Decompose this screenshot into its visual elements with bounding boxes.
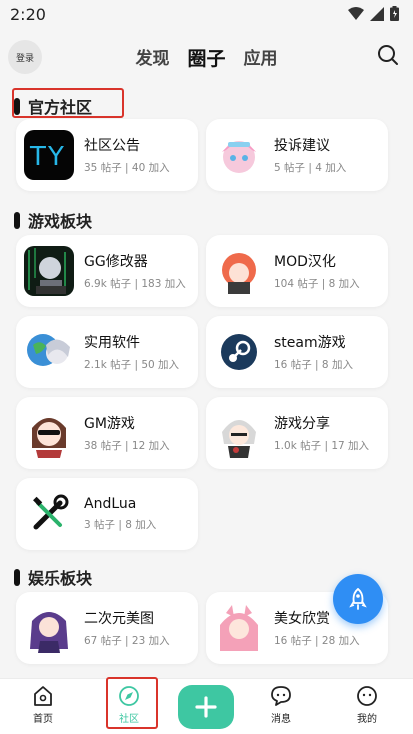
top-tabs: 发现 圈子 应用 bbox=[0, 44, 413, 71]
card-stats: 2.1k 帖子 | 50 加入 bbox=[84, 359, 180, 371]
maid-avatar-icon bbox=[24, 408, 74, 458]
chibi-avatar-icon bbox=[214, 408, 264, 458]
nav-home[interactable]: 首页 bbox=[13, 685, 73, 725]
top-header: 登录 发现 圈子 应用 bbox=[0, 30, 413, 84]
card-title: 投诉建议 bbox=[274, 138, 330, 154]
card-stats: 35 帖子 | 40 加入 bbox=[84, 162, 170, 174]
nav-label: 消息 bbox=[271, 714, 291, 725]
card-title: 实用软件 bbox=[84, 335, 140, 351]
nav-label: 首页 bbox=[33, 714, 53, 725]
wifi-icon bbox=[348, 6, 364, 20]
card-stats: 6.9k 帖子 | 183 加入 bbox=[84, 278, 186, 290]
hacker-avatar-icon bbox=[24, 246, 74, 296]
card-gg-modifier[interactable]: GG修改器 6.9k 帖子 | 183 加入 bbox=[16, 235, 198, 307]
tools-icon bbox=[24, 489, 74, 539]
anime-girl-avatar-icon bbox=[214, 246, 264, 296]
section-title-label: 游戏板块 bbox=[28, 212, 93, 231]
section-title-entertainment: 娱乐板块 bbox=[14, 565, 92, 589]
signal-icon bbox=[370, 6, 384, 21]
rocket-icon bbox=[349, 588, 367, 610]
home-icon bbox=[34, 686, 52, 706]
rocket-fab-button[interactable] bbox=[333, 574, 383, 624]
card-title: steam游戏 bbox=[274, 335, 346, 351]
card-community-notice[interactable]: TY 社区公告 35 帖子 | 40 加入 bbox=[16, 119, 198, 191]
card-title: 社区公告 bbox=[84, 138, 140, 154]
steam-logo-icon bbox=[214, 327, 264, 377]
add-post-button[interactable] bbox=[178, 685, 234, 729]
svg-text:T: T bbox=[29, 142, 46, 172]
card-gm-games[interactable]: GM游戏 38 帖子 | 12 加入 bbox=[16, 397, 198, 469]
card-andlua[interactable]: AndLua 3 帖子 | 8 加入 bbox=[16, 478, 198, 550]
earth-girl-avatar-icon bbox=[24, 327, 74, 377]
card-stats: 16 帖子 | 28 加入 bbox=[274, 635, 360, 647]
card-title: MOD汉化 bbox=[274, 254, 336, 270]
section-bar bbox=[14, 568, 20, 586]
status-icons bbox=[348, 6, 399, 21]
card-feedback[interactable]: 投诉建议 5 帖子 | 4 加入 bbox=[206, 119, 388, 191]
section-title-label: 娱乐板块 bbox=[28, 569, 93, 588]
card-stats: 16 帖子 | 8 加入 bbox=[274, 359, 353, 371]
section-bar bbox=[14, 211, 20, 229]
battery-icon bbox=[390, 6, 399, 21]
card-stats: 67 帖子 | 23 加入 bbox=[84, 635, 170, 647]
section-title-games: 游戏板块 bbox=[14, 208, 92, 232]
card-stats: 3 帖子 | 8 加入 bbox=[84, 519, 157, 531]
tab-discover[interactable]: 发现 bbox=[135, 44, 169, 71]
card-title: GM游戏 bbox=[84, 416, 135, 432]
status-bar: 2:20 bbox=[0, 0, 413, 30]
ty-logo-icon: TY bbox=[24, 130, 74, 180]
card-stats: 38 帖子 | 12 加入 bbox=[84, 440, 170, 452]
card-game-sharing[interactable]: 游戏分享 1.0k 帖子 | 17 加入 bbox=[206, 397, 388, 469]
card-stats: 104 帖子 | 8 加入 bbox=[274, 278, 360, 290]
card-stats: 5 帖子 | 4 加入 bbox=[274, 162, 347, 174]
card-title: GG修改器 bbox=[84, 254, 148, 270]
tab-apps[interactable]: 应用 bbox=[244, 44, 278, 71]
card-useful-software[interactable]: 实用软件 2.1k 帖子 | 50 加入 bbox=[16, 316, 198, 388]
nav-messages[interactable]: 消息 bbox=[251, 685, 311, 725]
profile-icon bbox=[357, 686, 377, 706]
chat-icon bbox=[271, 686, 291, 706]
nav-label: 我的 bbox=[357, 714, 377, 725]
purple-hair-avatar-icon bbox=[24, 603, 74, 653]
tab-circles[interactable]: 圈子 bbox=[187, 44, 225, 71]
card-title: AndLua bbox=[84, 496, 137, 512]
status-time: 2:20 bbox=[10, 5, 46, 24]
card-anime-pictures[interactable]: 二次元美图 67 帖子 | 23 加入 bbox=[16, 592, 198, 664]
card-steam-games[interactable]: steam游戏 16 帖子 | 8 加入 bbox=[206, 316, 388, 388]
card-title: 二次元美图 bbox=[84, 611, 154, 627]
card-stats: 1.0k 帖子 | 17 加入 bbox=[274, 440, 370, 452]
card-title: 游戏分享 bbox=[274, 416, 330, 432]
anime-girl-avatar-icon bbox=[214, 130, 264, 180]
card-mod-localization[interactable]: MOD汉化 104 帖子 | 8 加入 bbox=[206, 235, 388, 307]
svg-text:Y: Y bbox=[47, 142, 64, 172]
search-icon[interactable] bbox=[377, 44, 399, 66]
bottom-nav: 首页 社区 消息 我的 bbox=[0, 677, 413, 734]
pink-hair-avatar-icon bbox=[214, 603, 264, 653]
nav-profile[interactable]: 我的 bbox=[337, 685, 397, 725]
highlight-box bbox=[106, 677, 158, 729]
plus-icon bbox=[195, 696, 217, 718]
highlight-box bbox=[12, 88, 124, 118]
